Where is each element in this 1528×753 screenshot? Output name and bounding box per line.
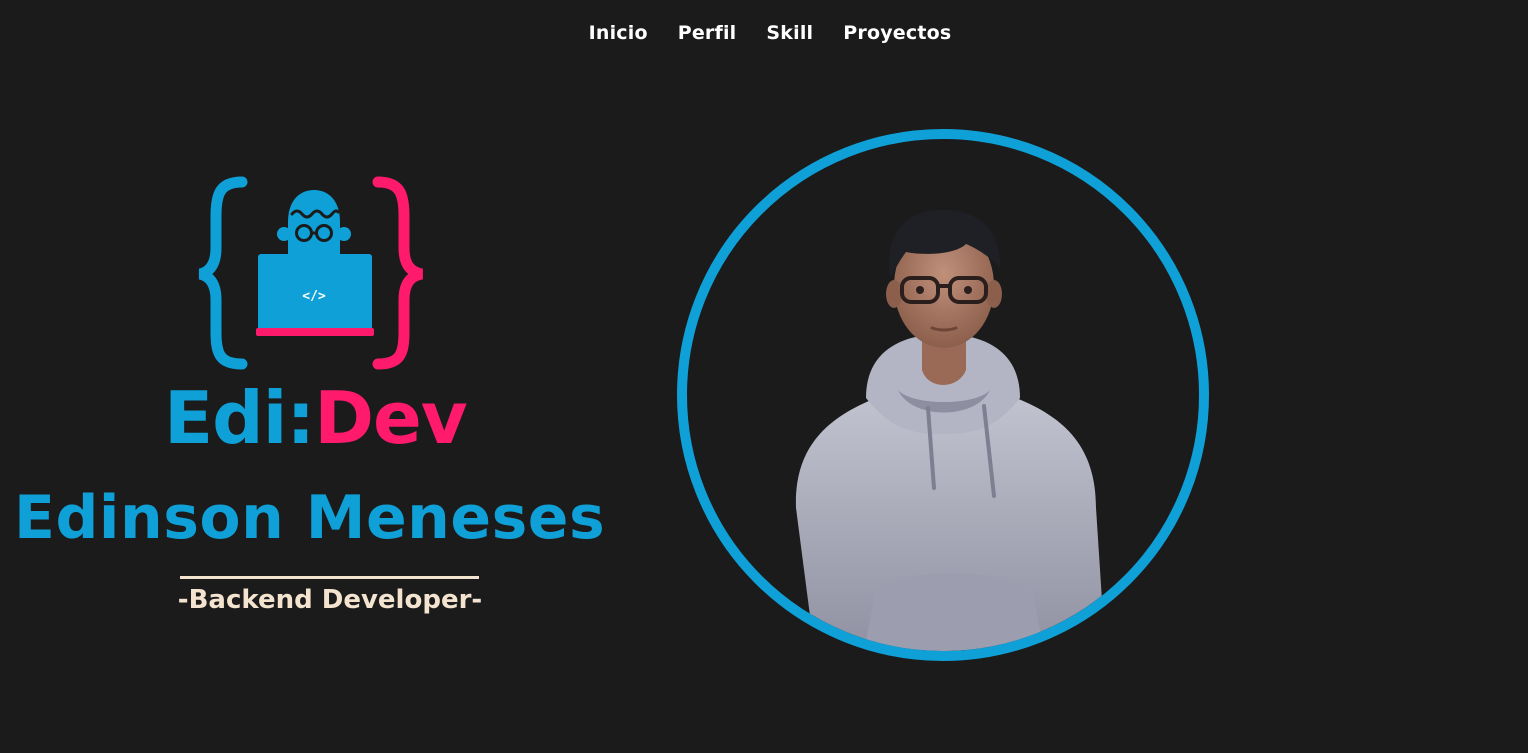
robot-head-icon — [277, 190, 351, 258]
nav-link-inicio[interactable]: Inicio — [589, 22, 648, 44]
brand-wordmark-pink: Dev — [314, 376, 468, 460]
nav-link-perfil[interactable]: Perfil — [678, 22, 737, 44]
page: Inicio Perfil Skill Proyectos </> Edi:De… — [0, 0, 1528, 753]
nav-link-skill[interactable]: Skill — [766, 22, 813, 44]
role-divider — [180, 576, 479, 579]
main-nav: Inicio Perfil Skill Proyectos — [0, 22, 1528, 44]
avatar — [677, 129, 1209, 661]
hero-name: Edinson Meneses — [14, 483, 606, 553]
brand-wordmark-blue: Edi: — [164, 376, 315, 460]
laptop-icon: </> — [256, 254, 374, 336]
left-brace-icon — [198, 176, 248, 370]
right-brace-icon — [372, 176, 424, 370]
brand-wordmark: Edi:Dev — [164, 378, 504, 458]
hero-role: -Backend Developer- — [177, 585, 483, 615]
nav-link-proyectos[interactable]: Proyectos — [843, 22, 951, 44]
code-symbol: </> — [302, 289, 326, 304]
